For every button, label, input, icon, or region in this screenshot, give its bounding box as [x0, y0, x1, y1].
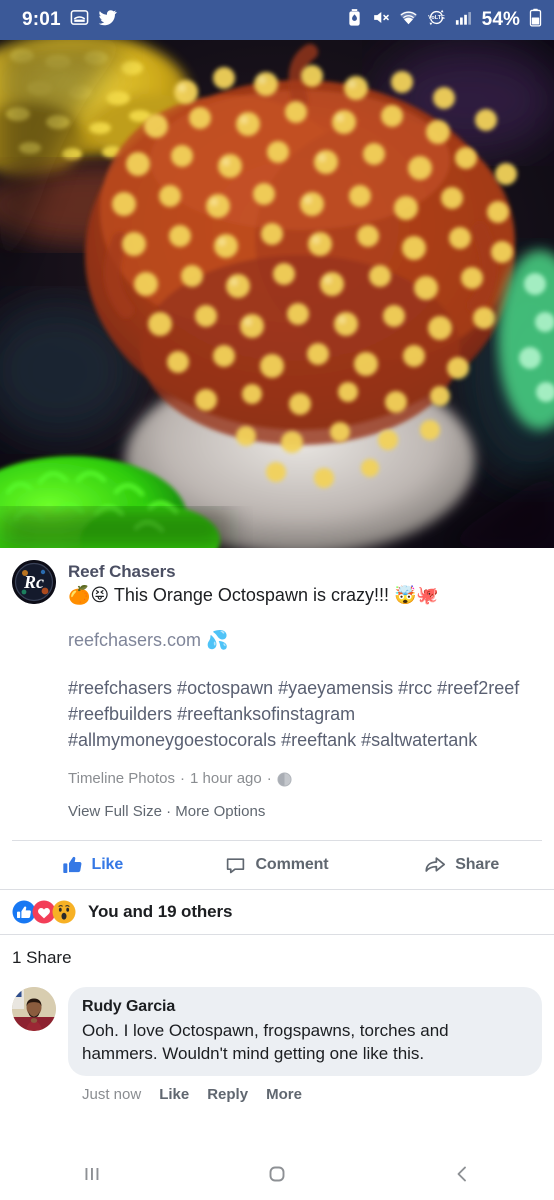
- sweat-droplets-icon: 💦: [206, 630, 229, 651]
- back-button[interactable]: [369, 1162, 554, 1186]
- post-photo[interactable]: [0, 40, 554, 548]
- home-button[interactable]: [185, 1162, 370, 1186]
- globe-icon: [277, 771, 292, 787]
- comment-item: Rudy Garcia Ooh. I love Octospawn, frogs…: [0, 981, 554, 1103]
- share-label: Share: [455, 856, 500, 873]
- comment-button[interactable]: Comment: [185, 841, 370, 889]
- share-count[interactable]: 1 Share: [0, 934, 554, 981]
- post-timestamp: 1 hour ago: [190, 770, 262, 787]
- svg-text:Rc: Rc: [23, 572, 44, 592]
- post-message: 🍊😝 This Orange Octospawn is crazy!!! 🤯🐙: [68, 583, 542, 608]
- comment-body: Rudy Garcia Ooh. I love Octospawn, frogs…: [68, 987, 542, 1103]
- android-nav-bar: [0, 1147, 554, 1200]
- meta-separator-1: ·: [180, 770, 185, 787]
- comment-actions: Just now Like Reply More: [68, 1076, 542, 1103]
- status-time: 9:01: [22, 9, 61, 30]
- battery-percent: 54%: [481, 9, 520, 30]
- status-bar-left: 9:01: [22, 8, 117, 32]
- svg-text:VoLTE: VoLTE: [428, 15, 445, 21]
- post-message-text: This Orange Octospawn is crazy!!!: [109, 585, 394, 605]
- like-button[interactable]: Like: [0, 841, 185, 889]
- status-bar: 9:01 VoLTE 54%: [0, 0, 554, 40]
- share-arrow-icon: [424, 854, 446, 876]
- comment-more-button[interactable]: More: [266, 1086, 302, 1103]
- comment-text: Ooh. I love Octospawn, frogspawns, torch…: [82, 1021, 449, 1063]
- wifi-icon: [399, 8, 418, 32]
- post-link[interactable]: reefchasers.com 💦: [0, 608, 554, 653]
- thumbs-up-icon: [62, 855, 83, 876]
- reactions-row[interactable]: You and 19 others: [0, 889, 554, 934]
- post-meta: Timeline Photos · 1 hour ago ·: [0, 753, 554, 789]
- comment-bubble-icon: [225, 855, 246, 876]
- recents-icon: [80, 1162, 104, 1186]
- comment-timestamp: Just now: [82, 1086, 142, 1103]
- commenter-photo-icon: [12, 987, 56, 1031]
- recents-button[interactable]: [0, 1162, 185, 1186]
- page-name[interactable]: Reef Chasers: [68, 561, 542, 582]
- comment-reply-button[interactable]: Reply: [207, 1086, 248, 1103]
- share-button[interactable]: Share: [369, 841, 554, 889]
- comment-label: Comment: [255, 856, 329, 873]
- battery-icon: [529, 8, 542, 32]
- signal-icon: [455, 8, 473, 32]
- coral-photo-graphic: [0, 40, 554, 548]
- wow-reaction-icon: [52, 900, 76, 924]
- commenter-name[interactable]: Rudy Garcia: [82, 996, 528, 1017]
- post-container: Rc Reef Chasers 🍊😝 This Orange Octospawn…: [0, 548, 554, 1103]
- actions-separator: ·: [166, 803, 172, 820]
- post-message-trail-emoji: 🤯🐙: [393, 585, 439, 606]
- more-options-link[interactable]: More Options: [175, 803, 265, 820]
- comment-like-button[interactable]: Like: [159, 1086, 189, 1103]
- back-icon: [450, 1162, 474, 1186]
- twitter-icon: [98, 8, 117, 32]
- reaction-icons: [12, 900, 76, 924]
- post-header-text: Reef Chasers 🍊😝 This Orange Octospawn is…: [68, 560, 542, 608]
- page-avatar[interactable]: Rc: [12, 560, 56, 604]
- messenger-icon: [70, 8, 89, 32]
- reef-chasers-logo-icon: Rc: [12, 560, 56, 604]
- post-secondary-actions: View Full Size · More Options: [0, 789, 554, 822]
- like-label: Like: [91, 856, 124, 873]
- status-bar-right: VoLTE 54%: [347, 8, 542, 32]
- post-album[interactable]: Timeline Photos: [68, 769, 175, 789]
- view-full-size-link[interactable]: View Full Size: [68, 803, 162, 820]
- home-icon: [265, 1162, 289, 1186]
- mute-icon: [371, 8, 390, 32]
- battery-saver-icon: [347, 8, 362, 32]
- comment-bubble: Rudy Garcia Ooh. I love Octospawn, frogs…: [68, 987, 542, 1076]
- commenter-avatar[interactable]: [12, 987, 56, 1031]
- post-hashtags[interactable]: #reefchasers #octospawn #yaeyamensis #rc…: [0, 653, 554, 753]
- post-message-lead-emoji: 🍊😝: [68, 585, 110, 606]
- phone-screen: 9:01 VoLTE 54% Rc Reef Chasers 🍊😝 This O…: [0, 0, 554, 1200]
- reaction-summary[interactable]: You and 19 others: [88, 902, 233, 922]
- meta-separator-2: ·: [266, 770, 272, 787]
- post-header: Rc Reef Chasers 🍊😝 This Orange Octospawn…: [0, 548, 554, 608]
- post-link-text: reefchasers.com: [68, 630, 202, 650]
- volte-icon: VoLTE: [427, 8, 446, 32]
- action-bar: Like Comment Share: [0, 841, 554, 889]
